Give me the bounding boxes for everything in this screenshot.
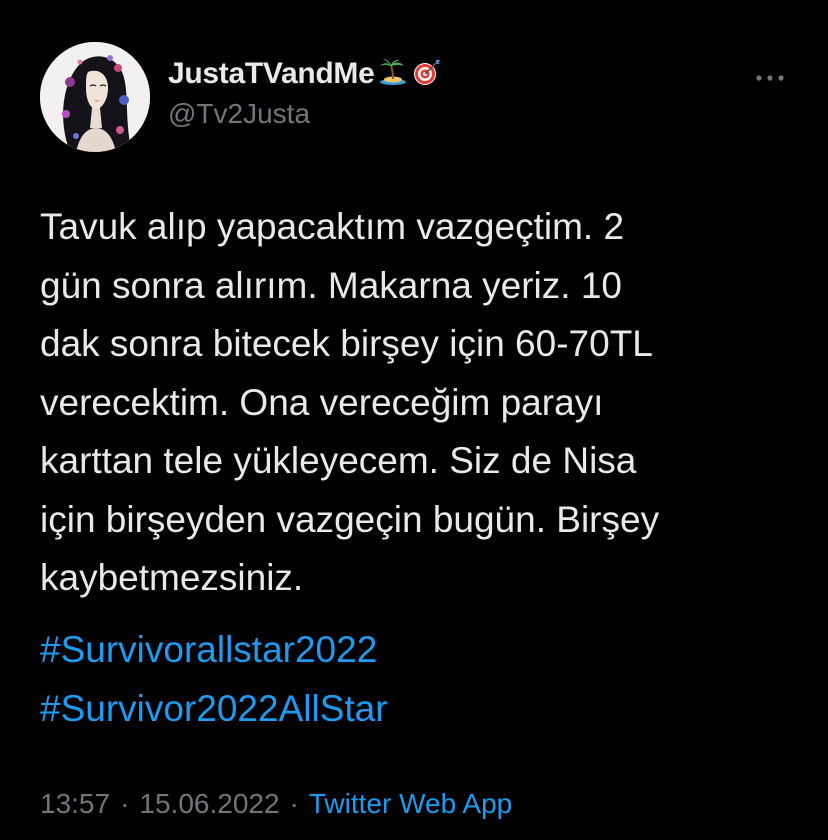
tweet-text-line: dak sonra bitecek birşey için 60-70TL <box>40 323 653 364</box>
island-emoji <box>378 57 408 92</box>
author-info[interactable]: JustaTVandMe @Tv2Justa <box>168 54 442 130</box>
tweet-text-line: verecektim. Ona vereceğim parayı <box>40 381 604 423</box>
avatar[interactable] <box>40 42 150 152</box>
more-dots-icon[interactable] <box>752 64 788 92</box>
tweet-text-line: Tavuk alıp yapacaktım vazgeçtim. 2 <box>40 206 625 247</box>
user-handle: @Tv2Justa <box>168 98 311 129</box>
avatar-illustration <box>40 42 150 152</box>
tweet-source-link[interactable]: Twitter Web App <box>309 788 512 820</box>
display-name: JustaTVandMe <box>168 57 375 90</box>
tweet: JustaTVandMe @Tv2Justa Tavuk alıp yapaca… <box>0 0 828 840</box>
tweet-text: Tavuk alıp yapacaktım vazgeçtim. 2 gün s… <box>40 198 800 608</box>
tweet-time[interactable]: 13:57 <box>40 788 110 820</box>
meta-separator: · <box>120 788 130 819</box>
tweet-text-line: için birşeyden vazgeçin bugün. Birşey <box>40 498 660 540</box>
hashtag-link[interactable]: #Survivorallstar2022 <box>40 621 388 680</box>
tweet-meta: 13:57 · 15.06.2022 · Twitter Web App <box>40 788 512 820</box>
hashtag-list: #Survivorallstar2022 #Survivor2022AllSta… <box>40 621 388 738</box>
tweet-date[interactable]: 15.06.2022 <box>139 788 279 820</box>
direct-hit-emoji <box>412 57 442 92</box>
meta-separator: · <box>289 788 299 819</box>
tweet-text-line: gün sonra alırım. Makarna yeriz. 10 <box>40 264 622 306</box>
tweet-text-line: kaybetmezsiniz. <box>40 557 304 598</box>
tweet-text-line: karttan tele yükleyecem. Siz de Nisa <box>40 440 637 481</box>
display-name-row: JustaTVandMe <box>168 54 442 94</box>
hashtag-link[interactable]: #Survivor2022AllStar <box>40 680 388 739</box>
